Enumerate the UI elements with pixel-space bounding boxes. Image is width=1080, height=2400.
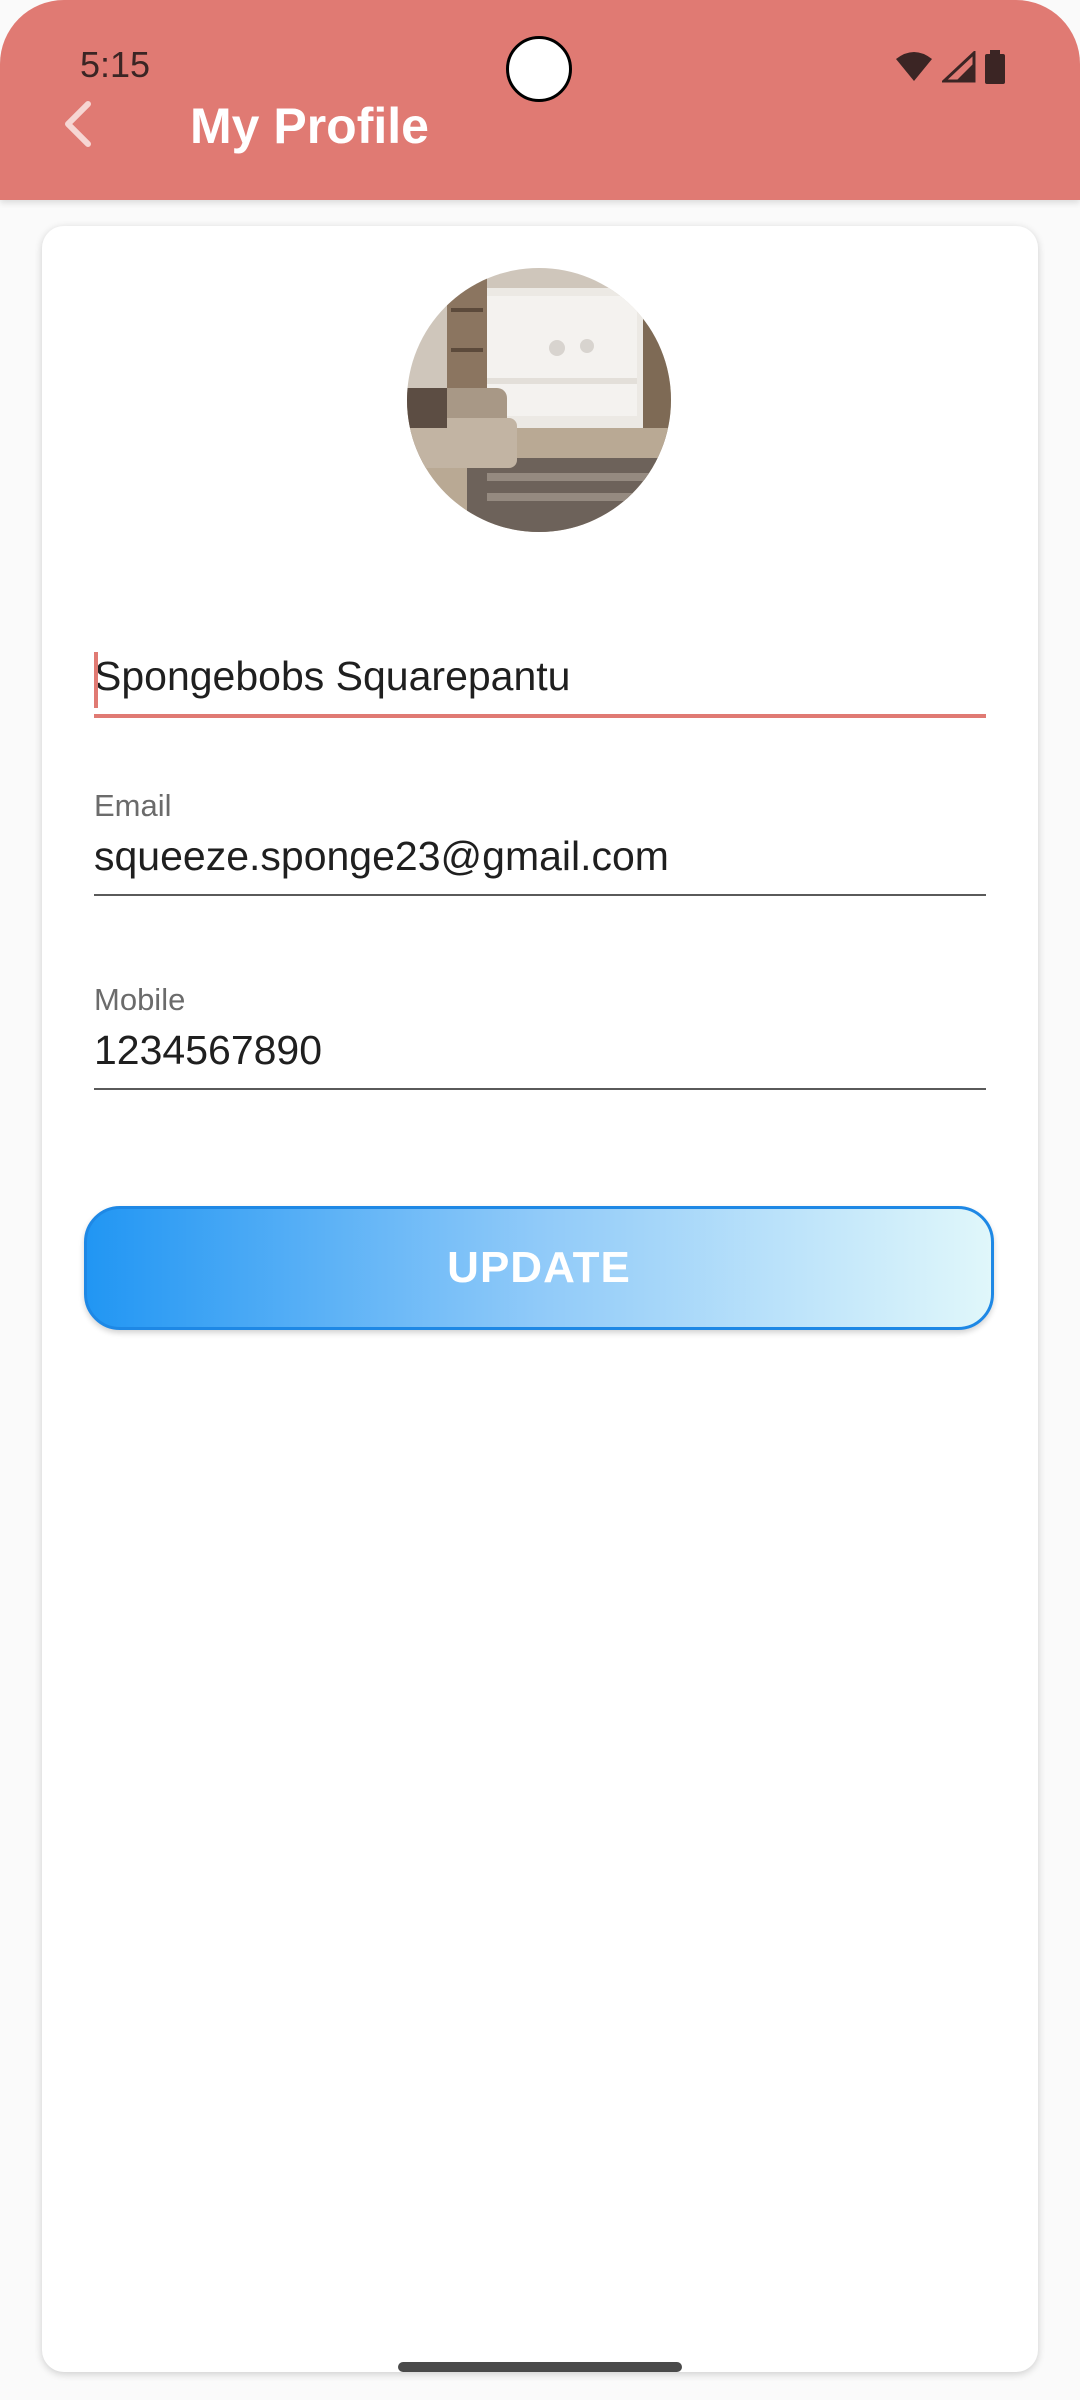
mobile-field[interactable]: Mobile [94,980,986,1090]
name-underline [94,714,986,718]
living-room-photo [407,268,671,532]
text-cursor [94,652,98,708]
cellular-signal-icon [942,51,976,83]
mobile-underline [94,1088,986,1090]
camera-cutout [506,36,572,102]
chevron-left-icon [60,100,96,153]
profile-card: Email Mobile UPDATE [42,226,1038,2372]
back-button[interactable] [48,96,108,156]
email-input[interactable] [94,826,986,886]
profile-avatar[interactable] [407,268,671,532]
email-underline [94,894,986,896]
mobile-input[interactable] [94,1020,986,1080]
status-icons [894,50,1006,84]
email-field[interactable]: Email [94,786,986,896]
update-button[interactable]: UPDATE [84,1206,994,1330]
name-input[interactable] [94,646,986,706]
name-field[interactable] [94,646,986,718]
mobile-label: Mobile [94,982,186,1017]
wifi-icon [894,51,934,83]
page-title: My Profile [190,98,429,154]
update-button-label: UPDATE [447,1243,631,1292]
home-indicator[interactable] [398,2362,682,2372]
profile-screen: 5:15 My Profile Spongebobs Squarepantu E… [0,0,1080,2400]
status-time: 5:15 [80,44,151,85]
email-label: Email [94,788,172,823]
app-bar: 5:15 My Profile [0,0,1080,200]
battery-icon [984,50,1006,84]
